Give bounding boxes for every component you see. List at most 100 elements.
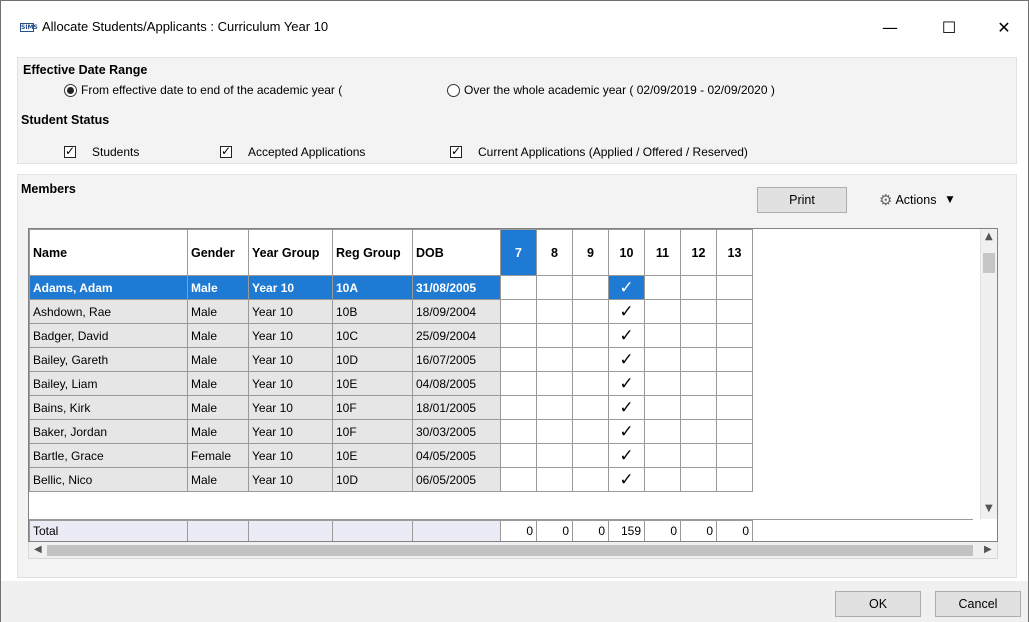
cell-year-7[interactable]	[500, 371, 537, 396]
horizontal-scroll-thumb[interactable]	[47, 545, 973, 556]
table-row[interactable]: Adams, Adam Male Year 10 10A 31/08/2005 ✓	[29, 275, 958, 300]
cell-year-8[interactable]	[536, 323, 573, 348]
cell-year-11[interactable]	[644, 395, 681, 420]
ok-button[interactable]: OK	[835, 591, 921, 617]
table-row[interactable]: Badger, David Male Year 10 10C 25/09/2004 ✓	[29, 323, 958, 348]
cell-year-11[interactable]	[644, 371, 681, 396]
cell-year-12[interactable]	[680, 443, 717, 468]
cell-year-7[interactable]	[500, 299, 537, 324]
column-header-year-9[interactable]: 9	[572, 229, 609, 276]
cell-year-9[interactable]	[572, 275, 609, 300]
cell-year-10[interactable]: ✓	[608, 395, 645, 420]
column-header-year-13[interactable]: 13	[716, 229, 753, 276]
table-row[interactable]: Ashdown, Rae Male Year 10 10B 18/09/2004 ✓	[29, 299, 958, 324]
column-header-year-8[interactable]: 8	[536, 229, 573, 276]
cell-year-10[interactable]: ✓	[608, 443, 645, 468]
scroll-down-icon[interactable]: ▼	[985, 503, 993, 514]
cell-year-11[interactable]	[644, 419, 681, 444]
cell-year-10[interactable]: ✓	[608, 419, 645, 444]
minimize-button[interactable]: —	[867, 9, 913, 45]
cell-year-9[interactable]	[572, 323, 609, 348]
column-header-year-7[interactable]: 7	[500, 229, 537, 276]
cell-year-7[interactable]	[500, 347, 537, 372]
cell-year-10[interactable]: ✓	[608, 467, 645, 492]
cell-year-13[interactable]	[716, 467, 753, 492]
cell-year-10[interactable]: ✓	[608, 323, 645, 348]
cell-year-13[interactable]	[716, 275, 753, 300]
cell-year-10[interactable]: ✓	[608, 347, 645, 372]
cell-year-10[interactable]: ✓	[608, 299, 645, 324]
table-row[interactable]: Baker, Jordan Male Year 10 10F 30/03/2005 ✓	[29, 419, 958, 444]
cell-year-11[interactable]	[644, 323, 681, 348]
cell-year-10[interactable]: ✓	[608, 275, 645, 300]
print-button[interactable]: Print	[757, 187, 847, 213]
cell-year-8[interactable]	[536, 467, 573, 492]
cell-year-8[interactable]	[536, 347, 573, 372]
table-row[interactable]: Bailey, Liam Male Year 10 10E 04/08/2005 ✓	[29, 371, 958, 396]
cell-year-11[interactable]	[644, 275, 681, 300]
column-header-name[interactable]: Name	[29, 229, 188, 276]
column-header-gender[interactable]: Gender	[187, 229, 249, 276]
checkbox-current-applications[interactable]: Current Applications (Applied / Offered …	[450, 144, 748, 159]
cell-year-7[interactable]	[500, 323, 537, 348]
cell-year-8[interactable]	[536, 299, 573, 324]
column-header-dob[interactable]: DOB	[412, 229, 501, 276]
cell-year-12[interactable]	[680, 347, 717, 372]
column-header-reg-group[interactable]: Reg Group	[332, 229, 413, 276]
radio-whole-year[interactable]: Over the whole academic year ( 02/09/201…	[447, 83, 775, 97]
cell-year-12[interactable]	[680, 395, 717, 420]
table-row[interactable]: Bailey, Gareth Male Year 10 10D 16/07/2005 ✓	[29, 347, 958, 372]
cell-year-12[interactable]	[680, 467, 717, 492]
cell-year-11[interactable]	[644, 299, 681, 324]
radio-effective-date[interactable]: From effective date to end of the academ…	[64, 83, 342, 97]
cell-year-13[interactable]	[716, 443, 753, 468]
column-header-year-group[interactable]: Year Group	[248, 229, 333, 276]
cell-year-8[interactable]	[536, 395, 573, 420]
table-row[interactable]: Bains, Kirk Male Year 10 10F 18/01/2005 ✓	[29, 395, 958, 420]
cell-year-8[interactable]	[536, 419, 573, 444]
cell-year-11[interactable]	[644, 467, 681, 492]
cell-year-8[interactable]	[536, 275, 573, 300]
cancel-button[interactable]: Cancel	[935, 591, 1021, 617]
cell-year-9[interactable]	[572, 347, 609, 372]
cell-year-13[interactable]	[716, 299, 753, 324]
actions-menu-button[interactable]: ⚙ Actions ▼	[879, 191, 953, 209]
cell-year-7[interactable]	[500, 467, 537, 492]
cell-year-9[interactable]	[572, 371, 609, 396]
cell-year-12[interactable]	[680, 419, 717, 444]
cell-year-8[interactable]	[536, 371, 573, 396]
close-button[interactable]: ✕	[981, 9, 1027, 45]
checkbox-students[interactable]: Students	[64, 144, 139, 159]
cell-year-7[interactable]	[500, 275, 537, 300]
cell-year-7[interactable]	[500, 395, 537, 420]
cell-year-9[interactable]	[572, 467, 609, 492]
cell-year-13[interactable]	[716, 323, 753, 348]
cell-year-8[interactable]	[536, 443, 573, 468]
cell-year-13[interactable]	[716, 395, 753, 420]
cell-year-11[interactable]	[644, 347, 681, 372]
cell-year-12[interactable]	[680, 299, 717, 324]
cell-year-13[interactable]	[716, 371, 753, 396]
cell-year-9[interactable]	[572, 419, 609, 444]
cell-year-9[interactable]	[572, 443, 609, 468]
cell-year-9[interactable]	[572, 395, 609, 420]
horizontal-scrollbar[interactable]: ◀ ▶	[28, 542, 998, 559]
cell-year-7[interactable]	[500, 419, 537, 444]
radio-button-selected[interactable]	[64, 83, 77, 97]
checkbox-accepted-applications[interactable]: Accepted Applications	[220, 144, 365, 159]
column-header-year-11[interactable]: 11	[644, 229, 681, 276]
cell-year-11[interactable]	[644, 443, 681, 468]
scroll-left-icon[interactable]: ◀	[34, 544, 42, 555]
table-row[interactable]: Bellic, Nico Male Year 10 10D 06/05/2005 ✓	[29, 467, 958, 492]
checkbox-checked[interactable]	[220, 144, 232, 158]
scroll-up-icon[interactable]: ▲	[985, 231, 993, 242]
column-header-year-10[interactable]: 10	[608, 229, 645, 276]
cell-year-9[interactable]	[572, 299, 609, 324]
cell-year-12[interactable]	[680, 371, 717, 396]
scroll-right-icon[interactable]: ▶	[984, 544, 992, 555]
radio-button[interactable]	[447, 83, 460, 97]
cell-year-12[interactable]	[680, 275, 717, 300]
column-header-year-12[interactable]: 12	[680, 229, 717, 276]
maximize-button[interactable]: ☐	[926, 9, 972, 45]
vertical-scrollbar[interactable]: ▲ ▼	[980, 229, 997, 519]
